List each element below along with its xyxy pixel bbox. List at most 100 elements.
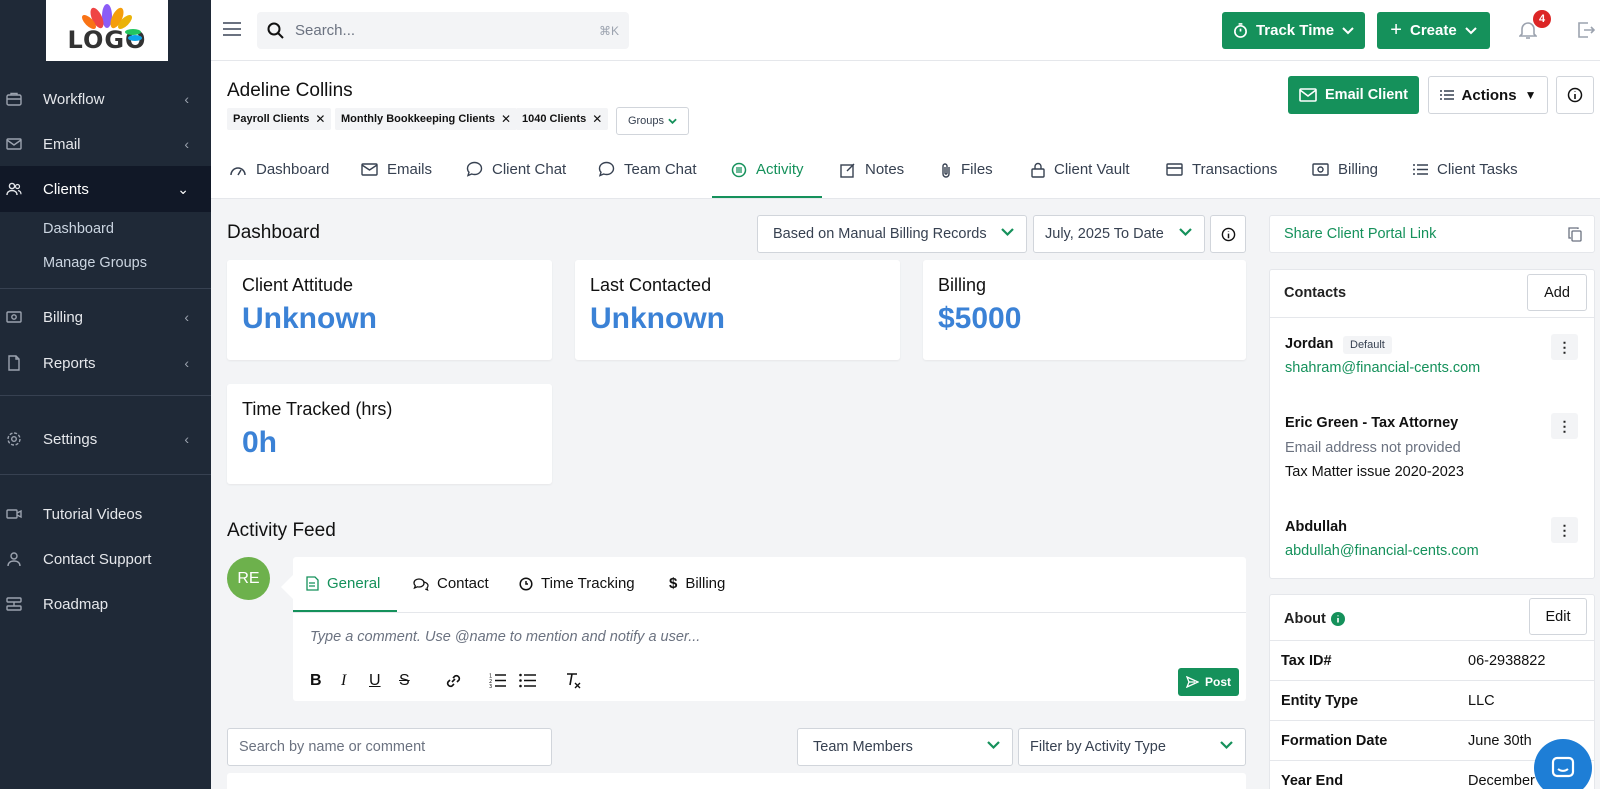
contact-email[interactable]: shahram@financial-cents.com [1285,360,1480,376]
money-icon [6,311,22,323]
track-time-label: Track Time [1255,22,1335,39]
tab-client-tasks[interactable]: Client Tasks [1413,140,1518,199]
tab-client-vault[interactable]: Client Vault [1031,140,1130,199]
tab-label: Dashboard [256,161,330,178]
edit-icon [840,163,855,178]
sidebar-item-billing[interactable]: Billing ‹ [0,294,211,340]
post-button[interactable]: Post [1178,668,1239,696]
email-client-label: Email Client [1325,87,1408,103]
sidebar-item-clients[interactable]: Clients ⌄ [0,166,211,212]
video-icon [6,509,22,519]
edit-about-button[interactable]: Edit [1529,598,1587,635]
billing-card: Billing $5000 [923,260,1246,360]
search-shortcut: ⌘K [598,24,619,38]
tag-label: Payroll Clients [233,113,310,125]
tab-billing[interactable]: Billing [1312,140,1378,199]
contact-email[interactable]: abdullah@financial-cents.com [1285,543,1479,559]
list-icon [1439,90,1454,100]
copy-icon[interactable] [1568,227,1582,242]
tab-team-chat[interactable]: Team Chat [598,140,697,199]
contact-menu-button[interactable]: ⋮ [1551,334,1578,360]
hamburger-menu-icon[interactable] [223,22,241,36]
sidebar-item-reports[interactable]: Reports ‹ [0,340,211,386]
support-chat-button[interactable] [1534,739,1592,789]
underline-button[interactable]: U [369,672,381,690]
about-value: June 30th [1468,733,1532,749]
composer-tab-time-tracking[interactable]: Time Tracking [519,575,635,592]
sidebar-item-contact-support[interactable]: Contact Support [0,536,211,582]
chevron-down-icon [1220,741,1233,750]
sidebar-subitem-manage-groups[interactable]: Manage Groups [43,255,147,271]
active-composer-tab-indicator [293,610,397,612]
tab-activity[interactable]: Activity [731,140,804,199]
sidebar-subitem-dashboard[interactable]: Dashboard [43,221,114,237]
activity-search-input[interactable]: Search by name or comment [227,728,552,766]
user-icon [7,552,21,567]
strikethrough-button[interactable]: S [399,672,410,690]
composer-tab-general[interactable]: General [306,575,380,592]
activity-search-placeholder: Search by name or comment [239,739,426,755]
contact-name: Eric Green - Tax Attorney [1285,415,1459,431]
team-members-select[interactable]: Team Members [797,728,1013,766]
activity-type-label: Filter by Activity Type [1030,739,1166,755]
track-time-button[interactable]: Track Time [1222,12,1365,49]
email-client-button[interactable]: Email Client [1288,76,1419,114]
composer-tab-contact[interactable]: Contact [413,575,489,592]
activity-list [227,773,1246,789]
bullet-list-icon[interactable] [519,673,536,688]
tab-label: Client Chat [492,161,567,178]
add-contact-button[interactable]: Add [1527,274,1587,311]
logo[interactable]: LOGO [46,0,168,61]
search-input[interactable]: Search... ⌘K [257,12,629,49]
ordered-list-icon[interactable]: 123 [489,673,506,688]
tab-files[interactable]: Files [940,140,993,199]
groups-dropdown[interactable]: Groups [616,107,689,135]
chevron-down-icon [1342,26,1354,34]
sidebar-item-label: Clients [43,180,89,198]
caret-down-icon: ▼ [1524,88,1537,102]
actions-dropdown[interactable]: Actions ▼ [1428,76,1548,114]
logout-icon[interactable] [1577,22,1595,38]
roadmap-icon [6,597,22,611]
tab-notes[interactable]: Notes [840,140,904,199]
comment-input[interactable]: Type a comment. Use @name to mention and… [310,629,700,645]
contact-menu-button[interactable]: ⋮ [1551,517,1578,543]
about-value: December [1468,773,1535,789]
credit-card-icon [1166,163,1183,176]
top-bar: Search... ⌘K Track Time + Create 4 [211,0,1600,61]
chevron-down-icon: ⌄ [177,180,189,197]
sidebar-item-settings[interactable]: Settings ‹ [0,416,211,462]
dashboard-info-button[interactable] [1210,215,1246,253]
sidebar-item-tutorial-videos[interactable]: Tutorial Videos [0,491,211,537]
create-button[interactable]: + Create [1377,12,1490,49]
chevron-down-icon [1179,228,1192,237]
clear-format-icon[interactable] [565,672,581,689]
link-icon[interactable] [445,673,462,689]
tab-dashboard[interactable]: Dashboard [229,140,329,199]
activity-type-filter[interactable]: Filter by Activity Type [1018,728,1246,766]
info-button[interactable] [1556,76,1594,114]
sidebar-item-workflow[interactable]: Workflow ‹ [0,76,211,122]
sidebar-item-label: Tutorial Videos [43,505,143,523]
tab-client-chat[interactable]: Client Chat [466,140,566,199]
kebab-icon: ⋮ [1557,339,1572,355]
close-icon[interactable]: ✕ [501,112,511,126]
close-icon[interactable]: ✕ [315,112,325,126]
sidebar-item-email[interactable]: Email ‹ [0,121,211,167]
share-portal-link[interactable]: Share Client Portal Link [1269,215,1595,253]
sidebar-item-roadmap[interactable]: Roadmap [0,581,211,627]
tab-emails[interactable]: Emails [361,140,432,199]
italic-button[interactable]: I [341,672,346,690]
close-icon[interactable]: ✕ [592,112,602,126]
billing-basis-select[interactable]: Based on Manual Billing Records [757,215,1027,253]
contact-menu-button[interactable]: ⋮ [1551,413,1578,439]
date-range-select[interactable]: July, 2025 To Date [1033,215,1205,253]
sidebar-item-label: Email [43,135,81,153]
tab-label: Emails [387,161,433,178]
composer-tab-billing[interactable]: $ Billing [669,575,725,592]
document-icon [306,576,319,591]
tab-transactions[interactable]: Transactions [1166,140,1277,199]
card-title: Client Attitude [242,275,354,295]
tab-label: Notes [865,161,905,178]
bold-button[interactable]: B [310,672,322,690]
